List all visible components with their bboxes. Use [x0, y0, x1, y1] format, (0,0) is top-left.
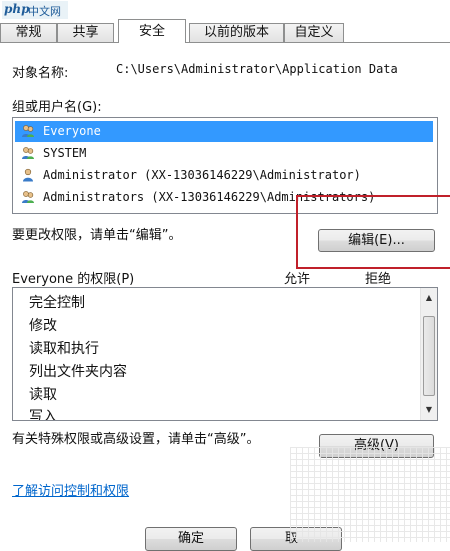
object-name-value: C:\Users\Administrator\Application Data — [116, 62, 398, 76]
tab-label: 自定义 — [294, 25, 334, 40]
ok-button[interactable]: 确定 — [145, 527, 237, 551]
permission-row: 读取和执行 — [29, 341, 99, 357]
learn-access-control-link[interactable]: 了解访问控制和权限 — [12, 480, 129, 499]
permission-row: 完全控制 — [29, 295, 85, 311]
allow-column-header: 允许 — [284, 272, 311, 287]
tab-label: 共享 — [72, 25, 99, 40]
watermark-logo: php 中文网 — [2, 1, 68, 19]
tab-security[interactable]: 安全 — [118, 19, 186, 43]
list-item-everyone[interactable]: Everyone — [15, 121, 433, 142]
permissions-title: Everyone 的权限(P) — [12, 272, 135, 287]
list-item-system[interactable]: SYSTEM — [15, 143, 433, 164]
scroll-down-arrow-icon[interactable]: ▼ — [421, 402, 437, 418]
list-item-label: Administrator (XX-13036146229\Administra… — [43, 168, 361, 182]
background-grid-pattern — [290, 447, 450, 542]
tab-sharing[interactable]: 共享 — [57, 23, 114, 42]
users-group-icon — [22, 147, 34, 159]
watermark-site: 中文网 — [28, 5, 61, 18]
list-item-administrator[interactable]: Administrator (XX-13036146229\Administra… — [15, 165, 433, 186]
tab-divider — [0, 42, 450, 43]
advanced-hint: 有关特殊权限或高级设置，请单击“高级”。 — [12, 432, 260, 447]
scroll-up-arrow-icon[interactable]: ▲ — [421, 290, 437, 306]
tab-previous-versions[interactable]: 以前的版本 — [189, 23, 284, 42]
watermark-brand: php — [4, 2, 30, 16]
users-group-icon — [22, 191, 34, 203]
tab-label: 常规 — [15, 25, 42, 40]
permission-row: 写入 — [29, 409, 57, 421]
highlight-box — [296, 195, 450, 269]
list-item-label: SYSTEM — [43, 146, 87, 160]
permission-row: 修改 — [29, 318, 57, 334]
tab-customize[interactable]: 自定义 — [284, 23, 344, 42]
user-icon — [23, 168, 33, 182]
edit-hint: 要更改权限，请单击“编辑”。 — [12, 228, 182, 243]
permission-row: 列出文件夹内容 — [29, 364, 127, 380]
users-group-icon — [22, 125, 34, 137]
groups-label: 组或用户名(G): — [12, 100, 102, 115]
tab-label: 安全 — [138, 24, 165, 39]
tab-label: 以前的版本 — [203, 25, 269, 40]
object-name-label: 对象名称: — [12, 66, 69, 81]
scroll-thumb[interactable] — [423, 316, 435, 396]
permissions-scrollbar[interactable]: ▲ ▼ — [420, 288, 437, 420]
permission-row: 读取 — [29, 387, 57, 403]
tab-general[interactable]: 常规 — [0, 23, 57, 42]
permissions-list[interactable]: 完全控制 修改 读取和执行 列出文件夹内容 读取 写入 ▲ ▼ — [12, 287, 438, 421]
deny-column-header: 拒绝 — [365, 272, 392, 287]
list-item-label: Everyone — [43, 124, 101, 138]
ok-button-label: 确定 — [177, 531, 204, 546]
